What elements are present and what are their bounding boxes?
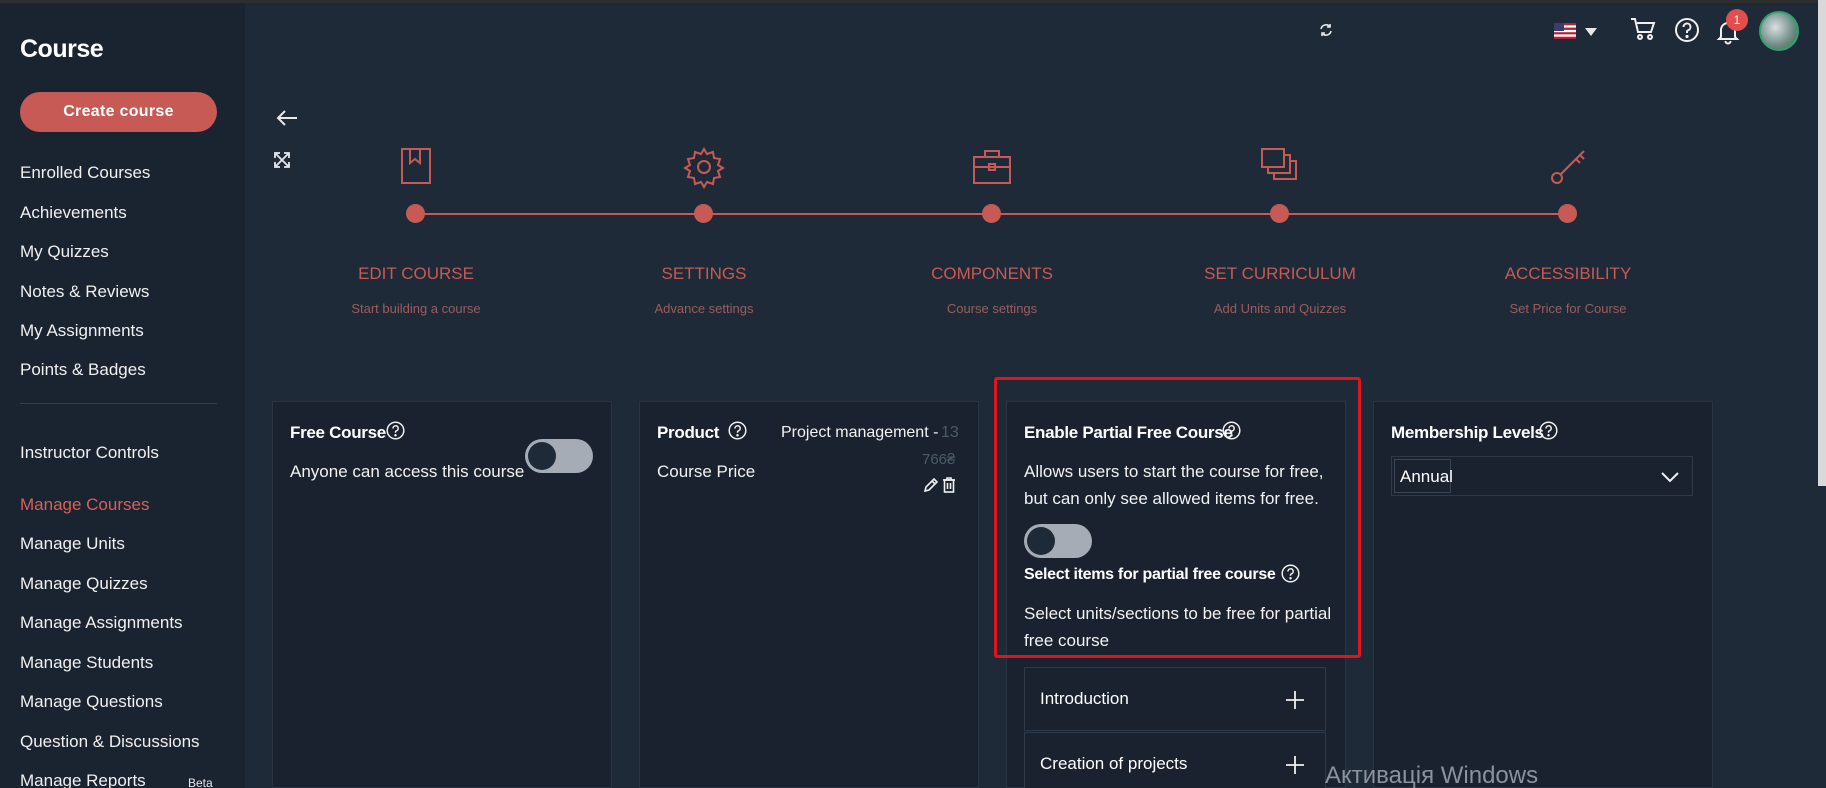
avatar[interactable] (1759, 11, 1799, 51)
product-title: Product (657, 423, 720, 442)
sidebar-item-my-assignments[interactable]: My Assignments (20, 321, 144, 341)
product-name: Project management - (781, 424, 939, 441)
sidebar-item-manage-quizzes[interactable]: Manage Quizzes (20, 574, 148, 594)
step-title-accessibility[interactable]: ACCESSIBILITY (1438, 264, 1698, 284)
windows-activation-watermark: Активація Windows (1325, 762, 1539, 788)
cart-icon[interactable] (1628, 14, 1658, 44)
plus-icon[interactable] (1285, 690, 1305, 710)
help-icon[interactable] (728, 421, 747, 440)
trash-icon[interactable] (941, 476, 957, 494)
create-course-button[interactable]: Create course (20, 92, 217, 132)
key-icon[interactable] (1546, 145, 1590, 189)
step-title-set-curriculum[interactable]: SET CURRICULUM (1150, 264, 1410, 284)
step-subtitle-set-curriculum: Add Units and Quizzes (1213, 301, 1347, 316)
membership-selected-value: Annual (1400, 467, 1453, 486)
free-course-toggle[interactable] (525, 439, 593, 473)
toggle-knob (528, 442, 556, 470)
step-subtitle-components: Course settings (946, 301, 1038, 316)
step-dot-settings[interactable] (694, 204, 713, 223)
product-price-part-b: 766₴ (922, 451, 956, 468)
window-right-edge (1818, 0, 1826, 486)
step-subtitle-settings: Advance settings (654, 301, 754, 316)
step-title-components[interactable]: COMPONENTS (862, 264, 1122, 284)
course-price-label: Course Price (657, 462, 756, 481)
step-title-settings[interactable]: SETTINGS (574, 264, 834, 284)
help-icon[interactable] (1672, 15, 1702, 45)
step-subtitle-accessibility: Set Price for Course (1509, 301, 1627, 316)
sidebar: Course Create course Enrolled Courses Ac… (0, 3, 245, 788)
plus-icon[interactable] (1285, 755, 1305, 775)
flag-us-icon[interactable] (1553, 22, 1577, 40)
step-title-edit-course[interactable]: EDIT COURSE (286, 264, 546, 284)
help-icon[interactable] (386, 421, 405, 440)
sidebar-item-manage-reports[interactable]: Manage Reports (20, 771, 146, 788)
chevron-down-icon[interactable] (1582, 24, 1600, 40)
sidebar-item-points-badges[interactable]: Points & Badges (20, 360, 146, 380)
free-course-title: Free Course (290, 423, 386, 442)
sidebar-item-manage-units[interactable]: Manage Units (20, 534, 125, 554)
sidebar-item-manage-students[interactable]: Manage Students (20, 653, 153, 673)
section-row-introduction[interactable]: Introduction (1024, 667, 1326, 731)
beta-badge: Beta (188, 776, 213, 788)
free-course-description: Anyone can access this course (290, 462, 525, 481)
briefcase-icon[interactable] (970, 145, 1014, 189)
app-title: Course (20, 35, 104, 63)
step-dot-set-curriculum[interactable] (1270, 204, 1289, 223)
layers-icon[interactable] (1258, 145, 1302, 189)
chevron-down-icon (1660, 469, 1680, 485)
bookmark-book-icon[interactable] (394, 145, 438, 189)
top-edge (0, 0, 1826, 3)
annotation-highlight-box (994, 377, 1361, 658)
notification-count-badge: 1 (1726, 9, 1748, 31)
gear-icon[interactable] (682, 145, 726, 189)
pencil-icon[interactable] (922, 476, 938, 494)
sidebar-item-manage-questions[interactable]: Manage Questions (20, 692, 163, 712)
help-icon[interactable] (1539, 421, 1558, 440)
sidebar-item-manage-assignments[interactable]: Manage Assignments (20, 613, 183, 633)
sidebar-section-instructor-controls: Instructor Controls (20, 443, 159, 462)
sidebar-item-achievements[interactable]: Achievements (20, 203, 127, 223)
membership-select[interactable]: Annual (1391, 456, 1693, 496)
step-dot-accessibility[interactable] (1558, 204, 1577, 223)
section-label: Introduction (1040, 689, 1129, 708)
membership-title: Membership Levels (1391, 423, 1544, 442)
sidebar-item-notes-reviews[interactable]: Notes & Reviews (20, 282, 149, 302)
sidebar-item-manage-courses[interactable]: Manage Courses (20, 495, 149, 515)
expand-icon[interactable] (270, 148, 294, 172)
step-dot-components[interactable] (982, 204, 1001, 223)
sidebar-divider (20, 403, 217, 404)
sidebar-item-question-discussions[interactable]: Question & Discussions (20, 732, 200, 752)
section-label: Creation of projects (1040, 754, 1188, 773)
refresh-icon[interactable] (1316, 20, 1336, 40)
sidebar-item-my-quizzes[interactable]: My Quizzes (20, 242, 109, 262)
step-subtitle-edit-course: Start building a course (351, 301, 481, 316)
product-price-part-a: 13 (941, 424, 959, 441)
sidebar-item-enrolled-courses[interactable]: Enrolled Courses (20, 163, 150, 183)
step-dot-edit-course[interactable] (406, 204, 425, 223)
back-arrow-icon[interactable] (274, 106, 300, 130)
section-row-creation-of-projects[interactable]: Creation of projects (1024, 732, 1326, 788)
